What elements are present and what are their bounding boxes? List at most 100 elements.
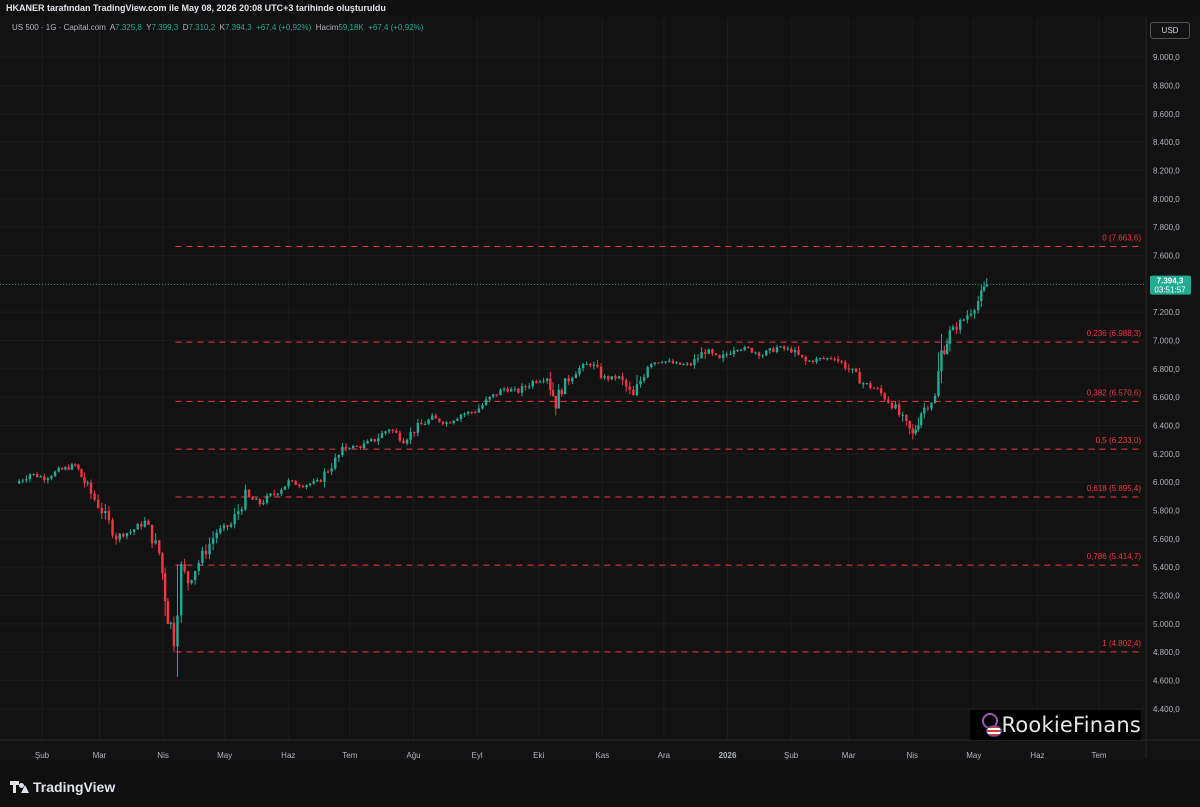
candle-body (183, 563, 186, 572)
candle-body (581, 364, 585, 369)
candle-body (67, 467, 70, 470)
candle-body (905, 414, 908, 421)
x-tick-label: Şub (35, 751, 50, 760)
y-tick-label: 4.400,0 (1153, 705, 1180, 714)
candle-body (883, 393, 886, 400)
candle-body (107, 511, 111, 521)
candle-body (247, 489, 251, 498)
candle-body (768, 348, 772, 351)
candle-body (797, 350, 800, 355)
x-tick-label: Haz (281, 751, 295, 760)
candle-body (326, 471, 330, 473)
candle-body (330, 468, 333, 472)
legend-volume: 59,18K (338, 23, 364, 32)
candle-body (847, 368, 851, 370)
candle-body (93, 493, 96, 500)
y-tick-label: 6.400,0 (1153, 422, 1180, 431)
candle-body (387, 429, 391, 432)
candle-body (510, 389, 513, 392)
footer: TradingView (0, 767, 1200, 807)
candle-body (969, 313, 973, 316)
candle-body (237, 511, 240, 515)
candle-body (176, 615, 179, 647)
candle-body (520, 386, 524, 393)
candle-body (301, 485, 305, 488)
y-tick-label: 5.800,0 (1153, 507, 1180, 516)
candle-body (901, 414, 904, 416)
candle-body (779, 346, 782, 348)
candle-body (567, 378, 570, 382)
candle-body (919, 413, 923, 426)
candle-body (980, 290, 983, 302)
candle-body (585, 363, 588, 365)
candle-body (908, 420, 911, 429)
candle-body (448, 422, 452, 424)
candle-body (897, 404, 901, 416)
candle-body (894, 404, 897, 409)
candle-body (287, 480, 290, 487)
candle-body (308, 483, 312, 485)
candle-body (35, 473, 39, 478)
candle-body (28, 474, 32, 480)
candle-body (222, 525, 226, 529)
candle-body (614, 376, 617, 379)
candle-body (535, 380, 538, 383)
candle-body (398, 432, 402, 441)
candle-body (940, 350, 943, 372)
y-tick-label: 4.600,0 (1153, 677, 1180, 686)
candle-body (495, 394, 499, 396)
candle-body (876, 388, 879, 390)
candle-body (298, 484, 301, 486)
candle-body (197, 562, 200, 572)
x-tick-label: 2026 (719, 751, 737, 760)
candle-body (959, 320, 962, 330)
candle-body (668, 360, 671, 362)
candle-body (693, 358, 696, 366)
tradingview-logo-icon (10, 781, 29, 793)
candle-body (470, 411, 473, 413)
candle-body (265, 495, 269, 503)
candle-body (736, 349, 739, 351)
x-tick-label: Tem (1091, 751, 1106, 760)
y-tick-label: 5.000,0 (1153, 620, 1180, 629)
candle-body (492, 394, 495, 397)
price-chart[interactable]: 9.000,0 8.800,0 8.600,0 8.400,0 8.200,0 8.000… (0, 18, 1200, 778)
chart-area[interactable]: 9.000,0 8.800,0 8.600,0 8.400,0 8.200,0 8.000… (0, 18, 1200, 778)
x-tick-label: Ağu (406, 751, 420, 760)
candle-body (143, 520, 147, 527)
fib-level-label: 0,5 (6.233,0) (1096, 436, 1142, 445)
candle-body (441, 421, 445, 424)
candle-body (122, 533, 125, 537)
candle-body (976, 301, 980, 311)
candle-body (150, 524, 154, 544)
y-tick-label: 6.800,0 (1153, 365, 1180, 374)
candle-body (854, 368, 858, 372)
candle-body (166, 601, 170, 624)
candle-body (729, 354, 732, 356)
candle-body (815, 358, 818, 362)
x-tick-label: Şub (784, 751, 799, 760)
candle-body (538, 381, 542, 383)
candle-body (53, 471, 57, 477)
tradingview-logo[interactable]: TradingView (10, 779, 115, 795)
y-tick-label: 7.000,0 (1153, 337, 1180, 346)
candle-body (21, 480, 24, 482)
currency-button[interactable]: USD (1150, 22, 1190, 39)
candle-body (251, 497, 254, 500)
last-price-timer: 03:51:57 (1154, 286, 1186, 295)
candle-body (646, 367, 649, 378)
fib-level-label: 1 (4.802,4) (1102, 639, 1141, 648)
x-tick-label: May (966, 751, 981, 760)
legend-high: 7.399,3 (151, 23, 179, 32)
candle-body (973, 310, 976, 314)
candle-body (732, 350, 736, 355)
candle-body (943, 350, 946, 354)
candle-body (804, 357, 807, 362)
candle-body (380, 433, 384, 438)
candle-body (607, 376, 610, 380)
candle-body (111, 520, 114, 536)
header-bar: HKANER tarafından TradingView.com ile Ma… (0, 0, 1200, 18)
candle-body (445, 422, 448, 424)
candle-body (721, 354, 725, 359)
candle-body (926, 407, 930, 409)
